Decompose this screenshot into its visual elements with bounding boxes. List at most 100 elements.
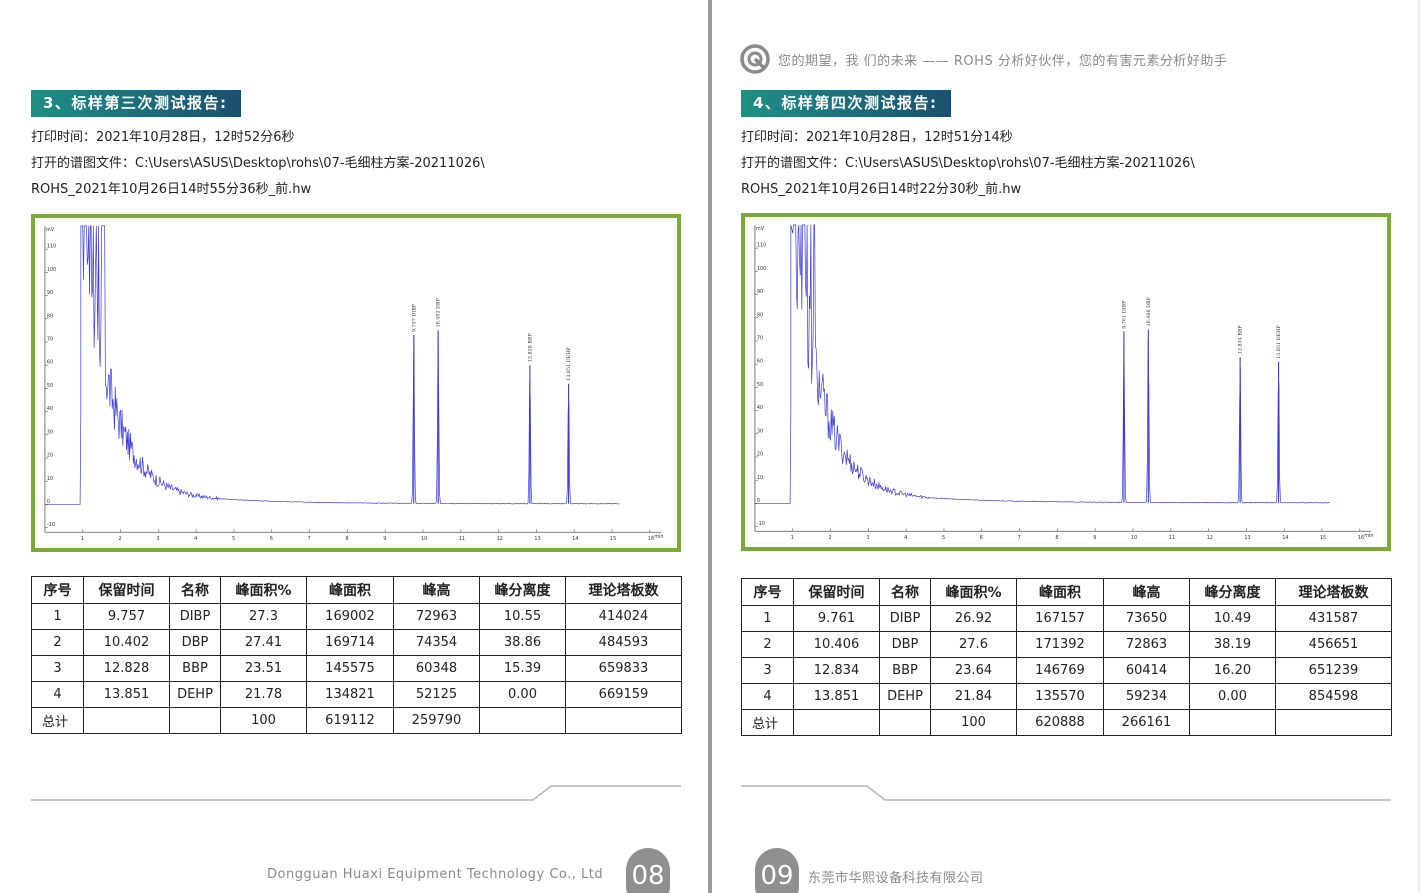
y-tick-label: 30 xyxy=(757,428,763,434)
table-cell: BBP xyxy=(879,657,931,684)
table-total-row: 总计 100 620888 266161 xyxy=(741,709,1392,736)
table-cell: 12.828 xyxy=(83,655,170,682)
table-row: 4 13.851 DEHP 21.78 134821 52125 0.00 669159 xyxy=(31,681,682,708)
slogan: 您的期望，我 们的未来 —— ROHS 分析好伙伴，您的有害元素分析好助手 xyxy=(740,44,1227,74)
peak-label: 9.757 DIBP xyxy=(411,303,417,332)
table-cell: DEHP xyxy=(169,681,221,708)
table-cell: 73650 xyxy=(1103,605,1190,632)
table-cell: 3 xyxy=(741,657,794,684)
file-path-line-2: ROHS_2021年10月26日14时22分30秒_前.hw xyxy=(741,182,1022,197)
chromatogram-trace xyxy=(754,224,1330,504)
table-cell: 1 xyxy=(31,603,84,630)
column-header: 保留时间 xyxy=(83,576,170,604)
table-cell: DIBP xyxy=(169,603,221,630)
brand-logo-icon xyxy=(740,44,770,74)
y-tick-label: 40 xyxy=(47,406,53,412)
column-header: 峰高 xyxy=(393,576,480,604)
table-cell: 259790 xyxy=(393,707,480,734)
x-tick-label: 16 xyxy=(648,536,654,542)
table-cell: 431587 xyxy=(1275,605,1392,632)
table-cell: DBP xyxy=(169,629,221,656)
x-tick-label: 10 xyxy=(1131,535,1137,541)
x-tick-label: 13 xyxy=(534,536,540,542)
page-number: 09 xyxy=(755,848,799,893)
y-tick-label: 110 xyxy=(47,244,56,250)
chromatogram-frame: mV -10 0 10 20 30 40 50 60 70 80 90 100 110 1 2 3 4 5 6 7 8 9 1… xyxy=(31,214,681,552)
table-cell: 60414 xyxy=(1103,657,1190,684)
peak-label: 13.851 DEHP xyxy=(566,347,572,381)
table-cell: 27.3 xyxy=(220,603,307,630)
x-tick-label: 9 xyxy=(383,536,386,542)
table-cell: DBP xyxy=(879,631,931,658)
y-tick-label: 40 xyxy=(757,405,763,411)
section-title: 3、标样第三次测试报告: xyxy=(31,90,242,117)
table-cell: 13.851 xyxy=(793,683,880,710)
table-cell xyxy=(1275,709,1392,736)
y-tick-label: 0 xyxy=(47,499,50,505)
table-cell xyxy=(879,709,931,736)
x-tick-label: 12 xyxy=(497,536,503,542)
column-header: 理论塔板数 xyxy=(1275,578,1392,606)
table-cell: 总计 xyxy=(31,707,84,734)
table-cell: 4 xyxy=(31,681,84,708)
x-tick-label: 7 xyxy=(1018,535,1021,541)
table-header-row: 序号 保留时间 名称 峰面积% 峰面积 峰高 峰分离度 理论塔板数 xyxy=(31,576,682,604)
table-cell: 456651 xyxy=(1275,631,1392,658)
x-tick-label: 4 xyxy=(904,535,907,541)
table-row: 2 10.406 DBP 27.6 171392 72863 38.19 456651 xyxy=(741,631,1392,658)
y-tick-label: -10 xyxy=(47,522,55,528)
table-cell: 167157 xyxy=(1016,605,1104,632)
table-cell: 23.51 xyxy=(220,655,307,682)
x-tick-label: 15 xyxy=(610,536,616,542)
y-tick-label: 70 xyxy=(47,337,53,343)
y-axis-label: mV xyxy=(756,226,765,232)
page-number: 08 xyxy=(626,848,670,893)
table-cell: 0.00 xyxy=(479,681,566,708)
file-path-line-1: 打开的谱图文件：C:\Users\ASUS\Desktop\rohs\07-毛细… xyxy=(741,156,1195,171)
y-tick-label: 0 xyxy=(757,498,760,504)
x-tick-label: 14 xyxy=(572,536,578,542)
y-tick-label: 50 xyxy=(757,382,763,388)
y-tick-label: 10 xyxy=(757,475,763,481)
y-tick-label: 60 xyxy=(757,359,763,365)
y-tick-label: 90 xyxy=(47,290,53,296)
print-time: 打印时间：2021年10月28日，12时52分6秒 xyxy=(31,130,295,145)
table-cell: 12.834 xyxy=(793,657,880,684)
x-tick-label: 6 xyxy=(980,535,983,541)
table-cell: 13.851 xyxy=(83,681,170,708)
table-cell: 659833 xyxy=(565,655,682,682)
table-cell: 10.49 xyxy=(1189,605,1276,632)
table-cell: 59234 xyxy=(1103,683,1190,710)
table-cell: 10.402 xyxy=(83,629,170,656)
table-cell: DEHP xyxy=(879,683,931,710)
y-tick-label: 20 xyxy=(47,453,53,459)
x-tick-label: 7 xyxy=(308,536,311,542)
peak-label: 13.851 DEHP xyxy=(1276,325,1282,359)
chromatogram-chart: mV-1001020304050607080901001101 2 3 4 5 6 7 8 9 1… xyxy=(754,224,1374,541)
table-cell xyxy=(1189,709,1276,736)
table-cell xyxy=(169,707,221,734)
y-tick-label: 100 xyxy=(47,267,56,273)
column-header: 峰面积% xyxy=(220,576,307,604)
table-cell: 26.92 xyxy=(930,605,1017,632)
y-tick-label: 100 xyxy=(757,266,766,272)
y-tick-label: 60 xyxy=(47,360,53,366)
table-cell xyxy=(793,709,880,736)
table-cell: 135570 xyxy=(1016,683,1104,710)
x-tick-label: 8 xyxy=(345,536,348,542)
footer-divider xyxy=(31,785,681,801)
x-tick-label: 13 xyxy=(1244,535,1250,541)
results-table: 序号 保留时间 名称 峰面积% 峰面积 峰高 峰分离度 理论塔板数 1 9.761 DIBP 26.… xyxy=(741,578,1392,736)
table-cell: 2 xyxy=(741,631,794,658)
chromatogram-chart: mV-1001020304050607080901001101 2 3 4 5 6 7 8 9 1… xyxy=(44,225,664,542)
file-path-line-1: 打开的谱图文件：C:\Users\ASUS\Desktop\rohs\07-毛细… xyxy=(31,156,485,171)
y-tick-label: 10 xyxy=(47,476,53,482)
x-tick-label: 15 xyxy=(1320,535,1326,541)
chromatogram-trace xyxy=(44,225,620,505)
column-header: 名称 xyxy=(879,578,931,606)
table-cell: 10.55 xyxy=(479,603,566,630)
table-cell: 72863 xyxy=(1103,631,1190,658)
footer-divider xyxy=(741,785,1391,801)
y-tick-label: 80 xyxy=(47,313,53,319)
column-header: 峰高 xyxy=(1103,578,1190,606)
